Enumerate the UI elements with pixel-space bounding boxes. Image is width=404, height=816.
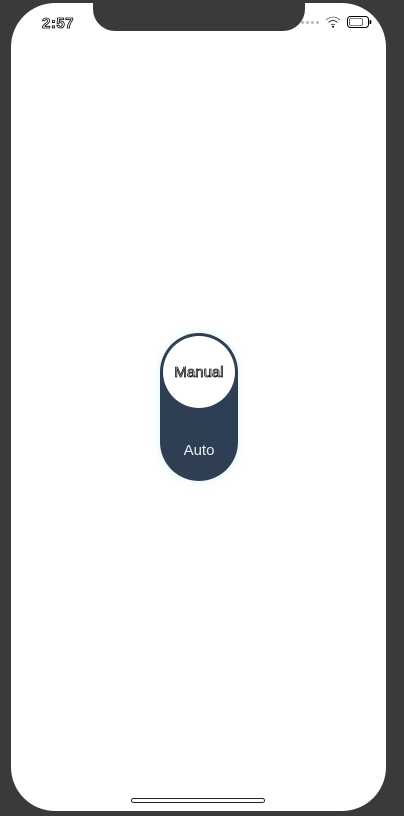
status-icons <box>301 16 372 28</box>
home-indicator[interactable] <box>131 798 265 803</box>
notch <box>93 3 305 31</box>
device-frame: 2:57 Manual Auto <box>0 0 404 816</box>
manual-auto-toggle[interactable]: Manual Auto <box>160 333 238 481</box>
toggle-other-label: Auto <box>183 442 215 459</box>
cellular-dots-icon <box>301 20 319 24</box>
toggle-thumb[interactable]: Manual <box>163 336 235 408</box>
battery-icon <box>347 16 372 28</box>
screen: 2:57 Manual Auto <box>11 3 386 811</box>
status-time: 2:57 <box>42 15 75 33</box>
toggle-selected-label: Manual <box>174 363 224 381</box>
wifi-icon <box>325 16 341 28</box>
